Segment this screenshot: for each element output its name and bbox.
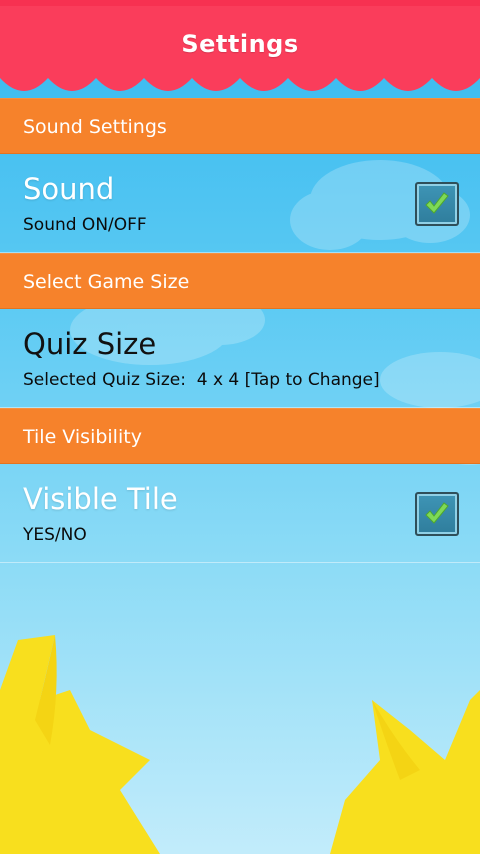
pref-title-sound: Sound	[23, 172, 115, 206]
pref-summary-sound: Sound ON/OFF	[23, 215, 147, 235]
checkmark-icon	[425, 502, 449, 524]
pref-title-quiz-size: Quiz Size	[23, 327, 157, 361]
visible-tile-checkbox[interactable]	[415, 492, 459, 536]
section-header-select-game-size: Select Game Size	[0, 253, 480, 309]
sound-checkbox[interactable]	[415, 182, 459, 226]
pref-title-visible-tile: Visible Tile	[23, 482, 178, 516]
section-header-tile-visibility: Tile Visibility	[0, 408, 480, 464]
page-title: Settings	[181, 30, 299, 58]
pref-summary-quiz-size: Selected Quiz Size: 4 x 4 [Tap to Change…	[23, 370, 380, 390]
settings-list: Sound Settings Sound Sound ON/OFF Select…	[0, 98, 480, 563]
leaf-left-icon	[0, 635, 160, 854]
checkmark-icon	[425, 192, 449, 214]
leaf-right-icon	[330, 690, 480, 854]
section-header-sound-settings: Sound Settings	[0, 98, 480, 154]
settings-awning-header: Settings	[0, 0, 480, 98]
pref-summary-visible-tile: YES/NO	[23, 525, 87, 545]
pref-row-sound[interactable]: Sound Sound ON/OFF	[0, 154, 480, 253]
pref-row-quiz-size[interactable]: Quiz Size Selected Quiz Size: 4 x 4 [Tap…	[0, 309, 480, 408]
pref-row-visible-tile[interactable]: Visible Tile YES/NO	[0, 464, 480, 563]
